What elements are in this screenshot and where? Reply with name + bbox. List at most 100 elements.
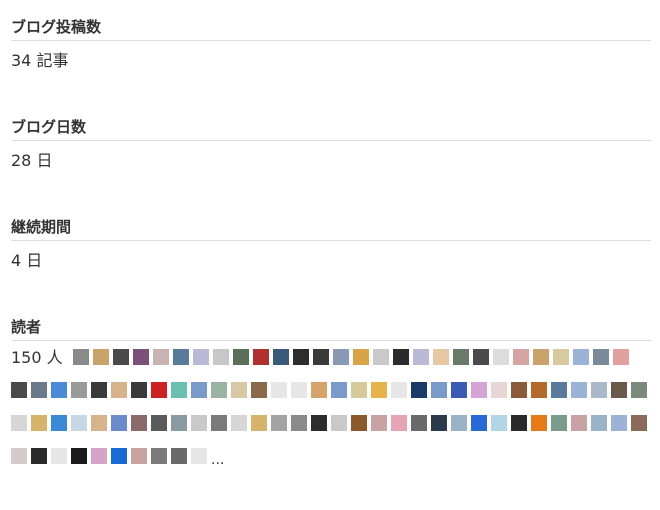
reader-avatar[interactable] (351, 382, 367, 398)
reader-avatar[interactable] (631, 382, 647, 398)
reader-avatar[interactable] (331, 415, 347, 431)
reader-avatar[interactable] (491, 415, 507, 431)
reader-avatar[interactable] (111, 415, 127, 431)
reader-avatar[interactable] (191, 448, 207, 464)
reader-avatar[interactable] (312, 349, 329, 365)
reader-avatar[interactable] (191, 382, 207, 398)
reader-avatar[interactable] (211, 382, 227, 398)
reader-avatar[interactable] (11, 448, 27, 464)
reader-avatar[interactable] (232, 349, 249, 365)
reader-avatar[interactable] (51, 448, 67, 464)
reader-avatar[interactable] (472, 349, 489, 365)
reader-avatar[interactable] (352, 349, 369, 365)
reader-avatar[interactable] (271, 382, 287, 398)
reader-avatar[interactable] (171, 415, 187, 431)
reader-avatar[interactable] (512, 349, 529, 365)
reader-avatar[interactable] (131, 415, 147, 431)
reader-avatar[interactable] (151, 382, 167, 398)
reader-avatar[interactable] (91, 448, 107, 464)
reader-avatar[interactable] (71, 415, 87, 431)
reader-avatar[interactable] (611, 382, 627, 398)
reader-avatar[interactable] (451, 382, 467, 398)
reader-avatar[interactable] (552, 349, 569, 365)
reader-avatar[interactable] (252, 349, 269, 365)
reader-avatar[interactable] (571, 415, 587, 431)
reader-avatar[interactable] (151, 448, 167, 464)
reader-avatar[interactable] (172, 349, 189, 365)
reader-avatar[interactable] (511, 382, 527, 398)
reader-avatar[interactable] (171, 448, 187, 464)
reader-avatar[interactable] (311, 415, 327, 431)
reader-avatar[interactable] (112, 349, 129, 365)
reader-avatar[interactable] (132, 349, 149, 365)
reader-avatar[interactable] (51, 415, 67, 431)
reader-avatar[interactable] (571, 382, 587, 398)
reader-avatar[interactable] (351, 415, 367, 431)
reader-avatar[interactable] (392, 349, 409, 365)
reader-avatar[interactable] (291, 415, 307, 431)
reader-avatar[interactable] (371, 382, 387, 398)
reader-avatar[interactable] (211, 415, 227, 431)
reader-avatar[interactable] (531, 415, 547, 431)
reader-avatar[interactable] (411, 382, 427, 398)
reader-avatar[interactable] (531, 382, 547, 398)
reader-avatar[interactable] (91, 415, 107, 431)
reader-avatar[interactable] (72, 349, 89, 365)
reader-avatar[interactable] (591, 415, 607, 431)
reader-avatar[interactable] (612, 349, 629, 365)
reader-avatar[interactable] (231, 415, 247, 431)
reader-avatar[interactable] (451, 415, 467, 431)
reader-avatar[interactable] (31, 382, 47, 398)
reader-avatar[interactable] (492, 349, 509, 365)
reader-avatar[interactable] (591, 382, 607, 398)
reader-avatar[interactable] (372, 349, 389, 365)
reader-avatar[interactable] (212, 349, 229, 365)
reader-avatar[interactable] (111, 448, 127, 464)
reader-avatar[interactable] (391, 382, 407, 398)
reader-avatar[interactable] (551, 382, 567, 398)
reader-avatar[interactable] (491, 382, 507, 398)
reader-avatar[interactable] (331, 382, 347, 398)
reader-avatar[interactable] (611, 415, 627, 431)
reader-avatar[interactable] (271, 415, 287, 431)
reader-avatar[interactable] (432, 349, 449, 365)
reader-avatar[interactable] (251, 415, 267, 431)
reader-avatar[interactable] (572, 349, 589, 365)
reader-avatar[interactable] (631, 415, 647, 431)
reader-avatar[interactable] (411, 415, 427, 431)
reader-avatar[interactable] (511, 415, 527, 431)
reader-avatar[interactable] (592, 349, 609, 365)
reader-avatar[interactable] (131, 448, 147, 464)
reader-avatar[interactable] (291, 382, 307, 398)
reader-avatar[interactable] (251, 382, 267, 398)
reader-avatar[interactable] (231, 382, 247, 398)
reader-avatar[interactable] (532, 349, 549, 365)
reader-avatar[interactable] (91, 382, 107, 398)
reader-avatar[interactable] (11, 382, 27, 398)
reader-avatar[interactable] (412, 349, 429, 365)
reader-avatar[interactable] (311, 382, 327, 398)
reader-avatar[interactable] (471, 415, 487, 431)
reader-avatar[interactable] (11, 415, 27, 431)
reader-avatar[interactable] (452, 349, 469, 365)
reader-avatar[interactable] (71, 382, 87, 398)
reader-avatar[interactable] (171, 382, 187, 398)
reader-avatar[interactable] (71, 448, 87, 464)
reader-avatar[interactable] (92, 349, 109, 365)
reader-avatar[interactable] (131, 382, 147, 398)
reader-avatar[interactable] (191, 415, 207, 431)
reader-avatar[interactable] (332, 349, 349, 365)
reader-avatar[interactable] (51, 382, 67, 398)
reader-avatar[interactable] (371, 415, 387, 431)
reader-avatar[interactable] (471, 382, 487, 398)
reader-avatar[interactable] (151, 415, 167, 431)
reader-avatar[interactable] (272, 349, 289, 365)
reader-avatar[interactable] (152, 349, 169, 365)
reader-avatar[interactable] (31, 448, 47, 464)
reader-avatar[interactable] (391, 415, 407, 431)
reader-avatar[interactable] (31, 415, 47, 431)
reader-avatar[interactable] (192, 349, 209, 365)
reader-avatar[interactable] (292, 349, 309, 365)
reader-avatar[interactable] (551, 415, 567, 431)
reader-avatar[interactable] (111, 382, 127, 398)
